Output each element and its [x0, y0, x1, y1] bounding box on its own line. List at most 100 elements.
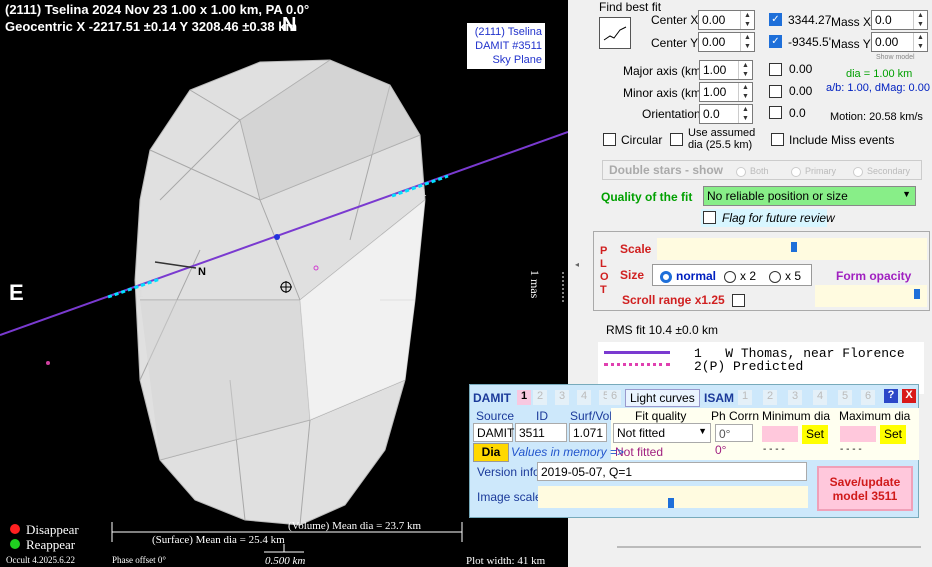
east-label: E	[9, 280, 24, 305]
find-best-fit-label: Find best fit	[599, 0, 662, 14]
chord-label-right: 1	[421, 188, 427, 199]
scale-slider[interactable]	[657, 238, 927, 260]
size-normal-radio[interactable]: normal	[660, 269, 716, 283]
orientation-fix-checkbox[interactable]	[769, 106, 782, 119]
min-dia-set-button[interactable]: Set	[802, 425, 828, 444]
circular-checkbox[interactable]	[603, 133, 616, 146]
minor-axis-fixed-value: 0.00	[789, 84, 813, 98]
chord-line-swatch	[604, 351, 670, 354]
scroll-range-checkbox[interactable]	[732, 294, 745, 307]
ph-corrn-field[interactable]: 0°	[715, 424, 753, 442]
splitter-arrow-icon[interactable]: ◂	[575, 260, 579, 269]
ph-corrn-label: Ph Corrn	[711, 409, 760, 423]
mass-x-spinner[interactable]: 0.0 ▲ ▼	[871, 10, 928, 30]
size-x2-radio[interactable]: x 2	[724, 269, 756, 283]
major-axis-fix-checkbox[interactable]	[769, 63, 782, 76]
secondary-radio[interactable]: Secondary	[853, 166, 910, 177]
legend-reappear: Reappear	[10, 537, 75, 553]
use-assumed-label: Use assumed dia (25.5 km)	[688, 127, 756, 151]
info-model: DAMIT #3511	[475, 40, 542, 52]
form-opacity-slider-thumb[interactable]	[914, 289, 920, 299]
mass-x-current: 3344.27	[788, 13, 832, 27]
source-label: Source	[476, 409, 515, 423]
center-y-spinner[interactable]: 0.00 ▲ ▼	[698, 32, 755, 52]
orientation-fixed-value: 0.0	[789, 106, 806, 120]
image-scale-slider-thumb[interactable]	[668, 498, 674, 508]
damit-tab-1[interactable]: 1	[517, 390, 531, 405]
mass-y-checkbox[interactable]: ✓	[769, 35, 782, 48]
min-dia-field[interactable]	[762, 426, 798, 442]
surfvol-field[interactable]: 1.071	[569, 423, 607, 442]
size-label: Size	[620, 268, 645, 282]
primary-radio[interactable]: Primary	[791, 166, 836, 177]
mas-scale-label: 1 mas	[528, 270, 542, 299]
isam-tab-2[interactable]: 2	[763, 390, 777, 405]
isam-tab-4[interactable]: 4	[813, 390, 827, 405]
dia-button[interactable]: Dia	[473, 443, 509, 462]
fit-quality-select[interactable]: Not fitted ▼	[613, 423, 711, 443]
quality-label: Quality of the fit	[601, 190, 693, 204]
mass-y-label: Mass Y	[831, 37, 871, 51]
scale-slider-thumb[interactable]	[791, 242, 797, 252]
source-field[interactable]: DAMIT	[473, 423, 514, 442]
min-dia-label: Minimum dia	[762, 409, 831, 423]
image-scale-label: Image scale	[477, 490, 542, 504]
isam-tab-3[interactable]: 3	[788, 390, 802, 405]
both-radio[interactable]: Both	[736, 166, 769, 177]
damit-tab-2[interactable]: 2	[533, 390, 547, 405]
form-opacity-label: Form opacity	[836, 269, 912, 283]
size-x5-radio[interactable]: x 5	[769, 269, 801, 283]
minor-axis-fix-checkbox[interactable]	[769, 85, 782, 98]
spinner-arrows-icon[interactable]: ▲ ▼	[913, 11, 927, 29]
spinner-arrows-icon[interactable]: ▲ ▼	[738, 61, 752, 79]
motion-text: Motion: 20.58 km/s	[830, 111, 923, 123]
help-button[interactable]: ?	[884, 389, 898, 403]
orientation-value: 0.0	[703, 107, 720, 121]
mass-x-value: 0.0	[875, 13, 892, 27]
find-best-fit-button[interactable]	[599, 17, 631, 49]
chevron-down-icon: ▼	[902, 189, 911, 199]
max-dia-set-button[interactable]: Set	[880, 425, 906, 444]
close-button[interactable]: X	[902, 389, 916, 403]
version-info-field[interactable]: 2019-05-07, Q=1	[537, 462, 807, 481]
flag-review-checkbox[interactable]	[703, 211, 716, 224]
isam-tab-6[interactable]: 6	[861, 390, 875, 405]
scale-label: Scale	[620, 242, 652, 256]
center-y-value: 0.00	[702, 35, 726, 49]
id-field[interactable]: 3511	[515, 423, 567, 442]
mass-x-checkbox[interactable]: ✓	[769, 13, 782, 26]
orientation-spinner[interactable]: 0.0 ▲ ▼	[699, 104, 753, 124]
quality-select[interactable]: No reliable position or size ▼	[703, 186, 916, 206]
damit-panel: DAMIT 1 2 3 4 5 6 Light curves ISAM 1 2 …	[469, 384, 919, 518]
isam-tab-1[interactable]: 1	[738, 390, 752, 405]
damit-tab-6[interactable]: 6	[607, 390, 621, 405]
save-update-model-button[interactable]: Save/update model 3511	[817, 466, 913, 511]
isam-tab-5[interactable]: 5	[838, 390, 852, 405]
form-opacity-slider[interactable]	[815, 285, 927, 307]
image-scale-slider[interactable]	[538, 486, 808, 508]
max-dia-field[interactable]	[840, 426, 876, 442]
mass-y-current: -9345.5'	[788, 35, 831, 49]
plot-vertical-label: PLOT	[600, 245, 609, 296]
chord-label-left: 1	[138, 289, 144, 300]
spinner-arrows-icon[interactable]: ▲ ▼	[738, 83, 752, 101]
use-assumed-checkbox[interactable]	[670, 133, 683, 146]
major-axis-spinner[interactable]: 1.00 ▲ ▼	[699, 60, 753, 80]
spinner-arrows-icon[interactable]: ▲ ▼	[913, 33, 927, 51]
spinner-arrows-icon[interactable]: ▲ ▼	[740, 11, 754, 29]
values-in-memory-label: Values in memory =>	[511, 445, 624, 459]
include-miss-checkbox[interactable]	[771, 133, 784, 146]
ph-corrn-memory: 0°	[715, 443, 727, 457]
rms-fit-text: RMS fit 10.4 ±0.0 km	[606, 323, 718, 337]
spinner-arrows-icon[interactable]: ▲ ▼	[740, 33, 754, 51]
damit-tab-4[interactable]: 4	[577, 390, 591, 405]
mass-y-spinner[interactable]: 0.00 ▲ ▼	[871, 32, 928, 52]
center-x-spinner[interactable]: 0.00 ▲ ▼	[698, 10, 755, 30]
damit-tab-3[interactable]: 3	[555, 390, 569, 405]
plot-width-label: Plot width: 41 km	[466, 555, 546, 567]
chord-list-item[interactable]: 2(P) Predicted	[694, 359, 803, 374]
spinner-arrows-icon[interactable]: ▲ ▼	[738, 105, 752, 123]
info-asteroid: (2111) Tselina	[474, 26, 542, 38]
light-curves-button[interactable]: Light curves	[625, 389, 700, 407]
minor-axis-spinner[interactable]: 1.00 ▲ ▼	[699, 82, 753, 102]
